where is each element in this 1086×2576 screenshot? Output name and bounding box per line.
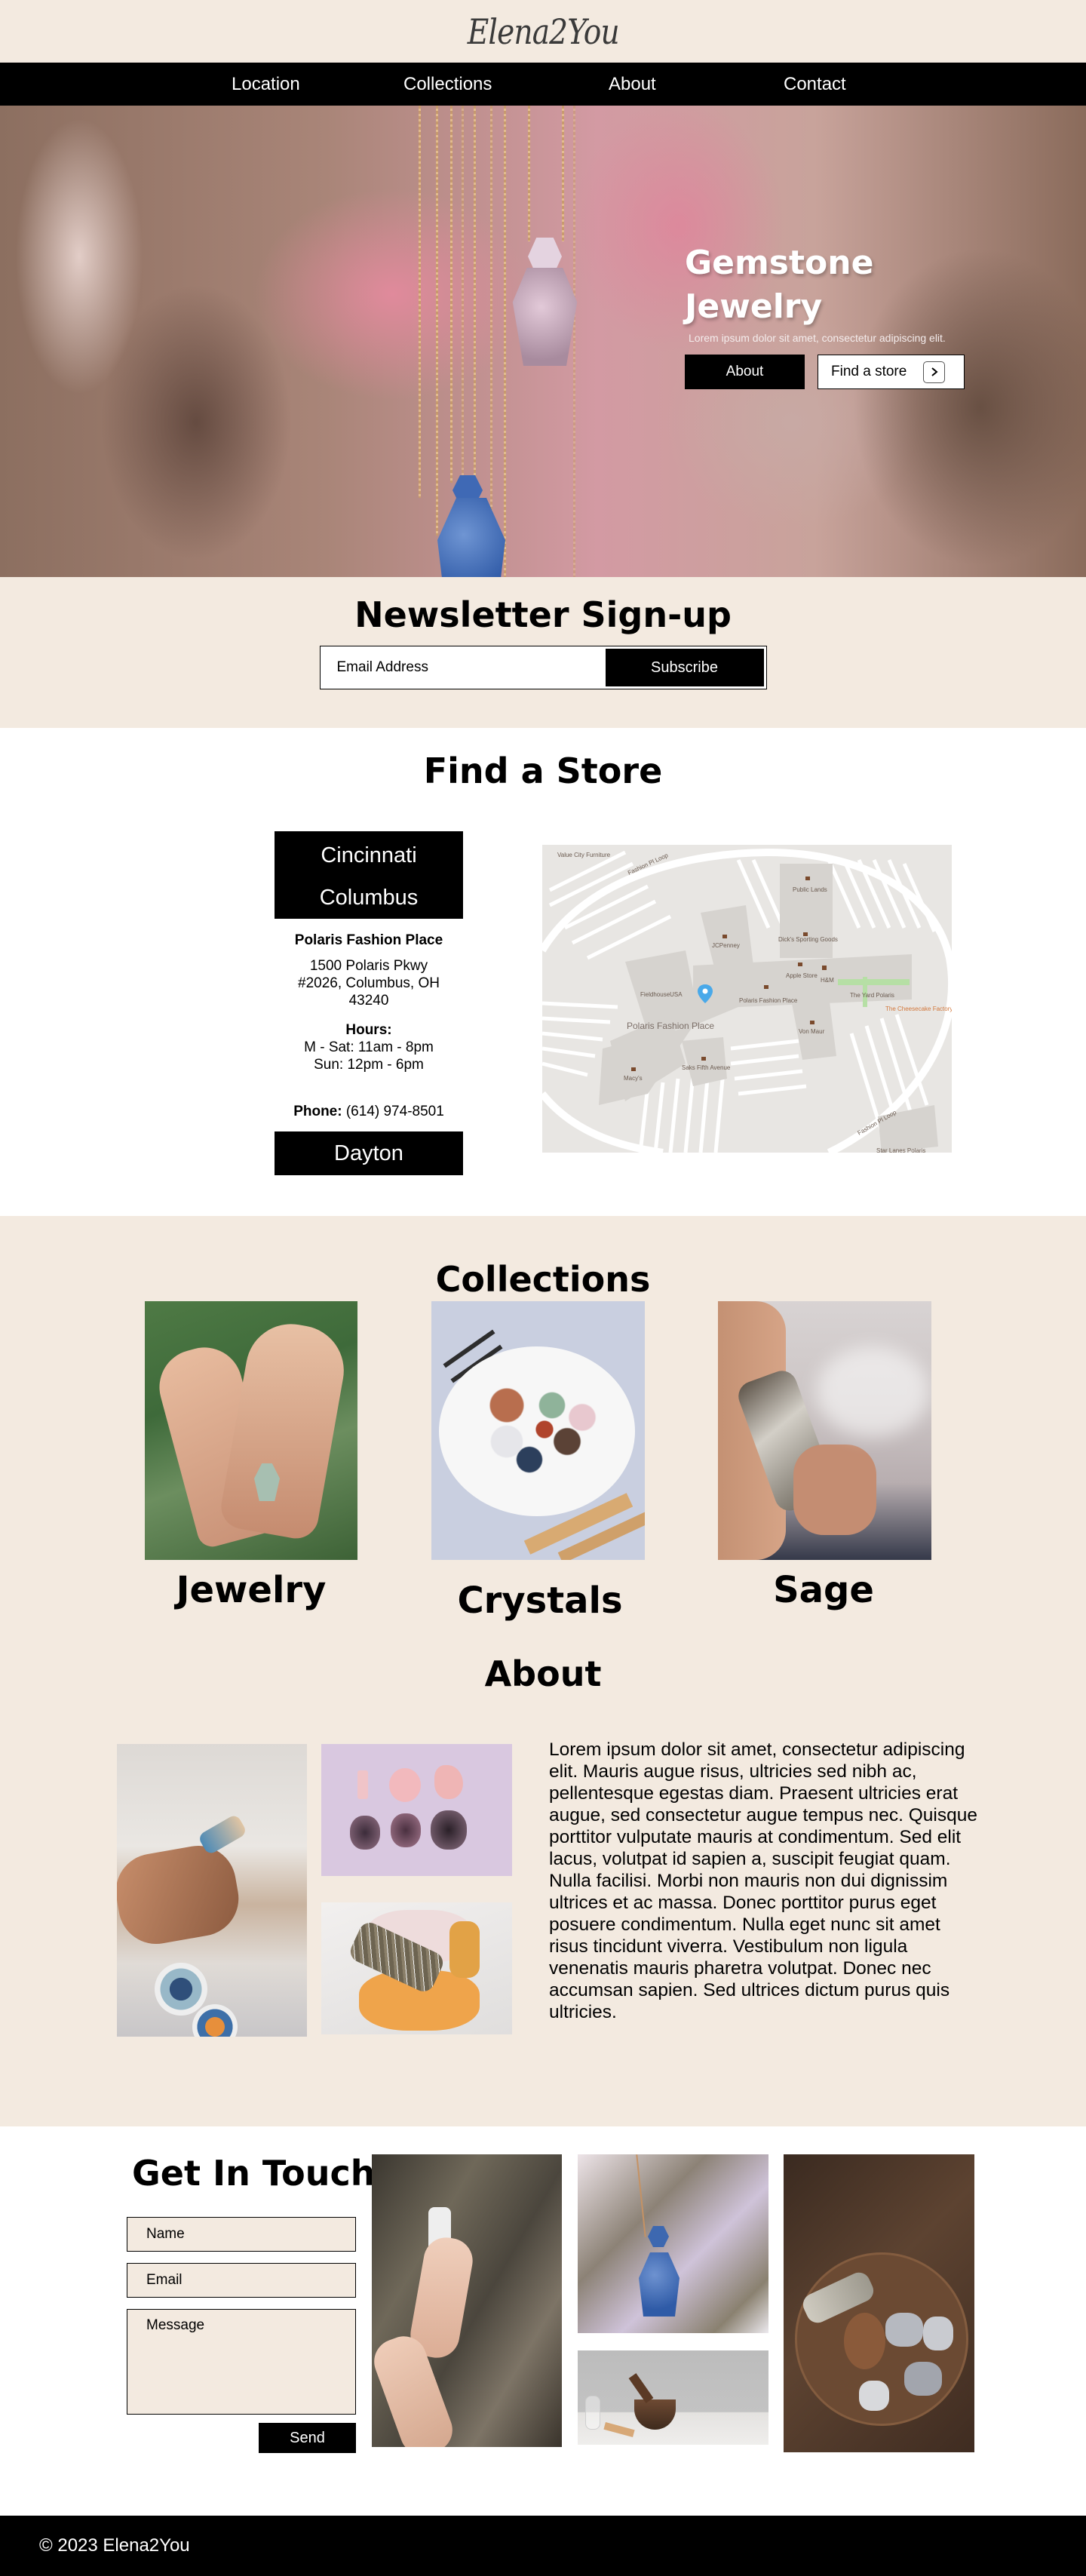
contact-section: Get In Touch Send xyxy=(0,2126,1086,2516)
chevron-right-icon xyxy=(923,361,946,383)
contact-image-lapis-pendant xyxy=(578,2154,768,2333)
about-button[interactable]: About xyxy=(685,355,805,389)
svg-text:H&M: H&M xyxy=(821,977,834,984)
about-image-geodes xyxy=(321,1744,512,1876)
svg-text:Macy's: Macy's xyxy=(624,1075,643,1082)
email-input[interactable] xyxy=(127,2263,356,2298)
svg-text:Polaris Fashion Place: Polaris Fashion Place xyxy=(627,1021,714,1031)
store-phone: Phone: (614) 974-8501 xyxy=(275,1103,463,1120)
site-header: Elena2You Location Collections About Con… xyxy=(0,0,1086,106)
nav-collections[interactable]: Collections xyxy=(403,63,492,106)
about-image-sage-crystals xyxy=(321,1902,512,2034)
find-a-store-section: Find a Store Cincinnati Columbus Polaris… xyxy=(0,728,1086,1216)
collections-title: Collections xyxy=(435,1259,651,1300)
collection-image-jewelry[interactable] xyxy=(145,1301,357,1560)
main-nav: Location Collections About Contact xyxy=(0,63,1086,106)
beige-wrapper: Collections Jewelry Crystals Sage About xyxy=(0,1216,1086,2126)
newsletter-title: Newsletter Sign-up xyxy=(354,594,732,635)
nav-about[interactable]: About xyxy=(609,63,656,106)
svg-text:Polaris Fashion Place: Polaris Fashion Place xyxy=(739,997,798,1004)
message-textarea[interactable] xyxy=(127,2309,356,2415)
svg-text:FieldhouseUSA: FieldhouseUSA xyxy=(640,991,683,998)
svg-text:The Cheesecake Factory: The Cheesecake Factory xyxy=(885,1006,952,1012)
contact-image-crystal-tray xyxy=(784,2154,974,2452)
store-map[interactable]: Value City Furniture Public Lands JCPenn… xyxy=(542,845,952,1153)
copyright-text: © 2023 Elena2You xyxy=(39,2535,190,2556)
svg-text:JCPenney: JCPenney xyxy=(712,942,740,949)
store-name: Polaris Fashion Place xyxy=(294,932,443,948)
hero-title-line2: Jewelry xyxy=(685,287,823,326)
logo[interactable]: Elena2You xyxy=(467,11,619,52)
newsletter-form: Subscribe xyxy=(319,646,767,689)
hours-sunday: Sun: 12pm - 6pm xyxy=(314,1057,424,1073)
svg-text:Public Lands: Public Lands xyxy=(793,886,827,893)
hero-title-line1: Gemstone xyxy=(685,244,874,282)
hero-subtitle: Lorem ipsum dolor sit amet, consectetur … xyxy=(689,332,946,344)
find-a-store-title: Find a Store xyxy=(423,751,663,791)
about-section: About Lorem ipsum dolor sit amet, consec… xyxy=(0,1653,1086,2126)
hero-title: Gemstone Jewelry xyxy=(685,241,971,329)
svg-text:Von Maur: Von Maur xyxy=(799,1028,825,1035)
logo-bar: Elena2You xyxy=(0,0,1086,63)
subscribe-button[interactable]: Subscribe xyxy=(605,649,764,686)
about-title: About xyxy=(484,1653,602,1694)
hours-weekday: M - Sat: 11am - 8pm xyxy=(304,1039,434,1055)
about-image-sage-lighting xyxy=(117,1744,307,2037)
hero-buttons: About Find a store xyxy=(685,355,971,389)
collection-image-crystals[interactable] xyxy=(431,1301,645,1560)
phone-label: Phone: xyxy=(293,1104,342,1119)
city-tab-cincinnati[interactable]: Cincinnati xyxy=(275,837,463,880)
find-a-store-label: Find a store xyxy=(831,364,907,379)
find-a-store-button[interactable]: Find a store xyxy=(818,355,965,389)
store-details: Polaris Fashion Place 1500 Polaris Pkwy … xyxy=(275,932,463,1120)
store-address-line1: 1500 Polaris Pkwy xyxy=(309,958,428,974)
store-address-line2: #2026, Columbus, OH xyxy=(298,975,440,991)
about-button-label: About xyxy=(726,364,764,379)
collections-section: Collections Jewelry Crystals Sage xyxy=(0,1216,1086,1653)
site-footer: © 2023 Elena2You xyxy=(0,2516,1086,2576)
about-body-text: Lorem ipsum dolor sit amet, consectetur … xyxy=(549,1739,977,2022)
newsletter-section: Newsletter Sign-up Subscribe xyxy=(0,577,1086,728)
hero-section: Gemstone Jewelry Lorem ipsum dolor sit a… xyxy=(0,106,1086,577)
map-graphic: Value City Furniture Public Lands JCPenn… xyxy=(542,845,952,1153)
collection-label-crystals[interactable]: Crystals xyxy=(427,1580,653,1622)
nav-contact[interactable]: Contact xyxy=(784,63,846,106)
hours-label: Hours: xyxy=(345,1022,392,1038)
collection-label-sage[interactable]: Sage xyxy=(710,1569,937,1611)
svg-text:Star Lanes Polaris: Star Lanes Polaris xyxy=(876,1147,925,1153)
hero-content: Gemstone Jewelry Lorem ipsum dolor sit a… xyxy=(685,241,971,389)
send-button[interactable]: Send xyxy=(259,2423,356,2453)
contact-title: Get In Touch xyxy=(132,2153,376,2194)
city-tab-dayton[interactable]: Dayton xyxy=(275,1131,463,1175)
nav-location[interactable]: Location xyxy=(232,63,300,106)
contact-image-crystal-hands xyxy=(372,2154,562,2447)
svg-text:Apple Store: Apple Store xyxy=(786,972,818,979)
contact-image-singing-bowl xyxy=(578,2350,768,2445)
city-selector: Cincinnati Columbus xyxy=(275,831,463,919)
phone-number[interactable]: (614) 974-8501 xyxy=(346,1104,444,1119)
svg-text:The Yard Polaris: The Yard Polaris xyxy=(850,992,894,999)
collection-image-sage[interactable] xyxy=(718,1301,931,1560)
collection-label-jewelry[interactable]: Jewelry xyxy=(138,1569,364,1611)
svg-text:Value City Furniture: Value City Furniture xyxy=(557,852,611,858)
svg-text:Saks Fifth Avenue: Saks Fifth Avenue xyxy=(682,1064,731,1071)
email-address-input[interactable] xyxy=(322,649,606,686)
svg-text:Dick's Sporting Goods: Dick's Sporting Goods xyxy=(778,936,838,943)
store-address-line3: 43240 xyxy=(348,993,389,1009)
name-input[interactable] xyxy=(127,2217,356,2252)
city-tab-columbus[interactable]: Columbus xyxy=(275,880,463,922)
